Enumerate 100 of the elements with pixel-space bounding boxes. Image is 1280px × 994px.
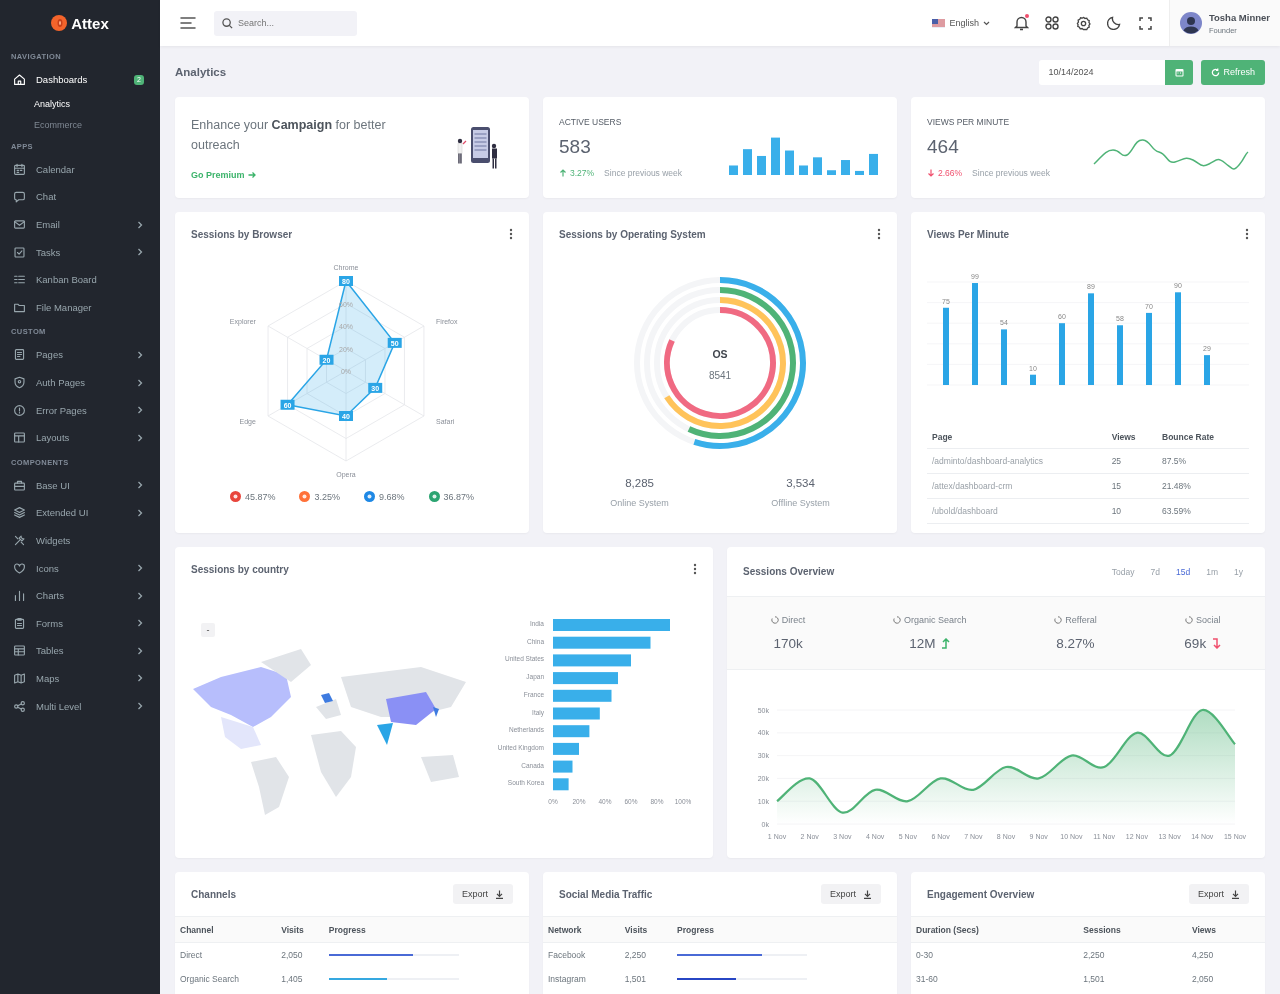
export-button[interactable]: Export [1189, 884, 1249, 904]
chevron-icon [136, 508, 144, 517]
table-cell: 0-30 [911, 942, 1079, 967]
chevron-icon [136, 564, 144, 573]
submenu-item[interactable]: Ecommerce [0, 114, 160, 136]
table-cell: 2,250 [619, 942, 673, 967]
metric-value: 170k [773, 636, 803, 651]
caret-icon [982, 20, 990, 26]
table-cell: /adminto/dashboard-analytics [927, 448, 1107, 474]
bar [553, 778, 569, 791]
bar [553, 725, 590, 738]
stat-value: 464 [927, 136, 960, 158]
chevron-icon [136, 220, 144, 229]
more-icon[interactable] [693, 563, 697, 575]
loader-icon [770, 616, 779, 624]
table-cell: 25 [1106, 448, 1157, 474]
column-header: Sessions [1078, 917, 1187, 943]
bar [553, 760, 573, 773]
column-header: Bounce Rate [1157, 426, 1249, 449]
sidebar-item[interactable]: Tables [0, 637, 160, 665]
chevron-icon [136, 433, 144, 442]
column-header: Network [543, 917, 620, 943]
tools-icon [13, 534, 26, 547]
chat-icon [13, 190, 26, 204]
metric-value: 8.27% [1056, 636, 1095, 651]
sidebar-item[interactable]: Base UI [0, 471, 160, 500]
table-cell-text: 31-60 [915, 973, 939, 986]
table-cell: Facebook [543, 942, 620, 967]
table-cell-text: 1,501 [623, 973, 648, 986]
menu-icon[interactable] [180, 16, 196, 30]
avatar-icon [1179, 12, 1202, 34]
metric-label: Social [1196, 615, 1221, 625]
metric-value: 12M [909, 636, 936, 651]
table-cell: 87.5% [1157, 448, 1249, 474]
search-field[interactable]: Search... [214, 10, 357, 36]
card-title: Channels [191, 888, 236, 900]
card-title: Engagement Overview [927, 888, 1035, 900]
chevron-icon [136, 646, 144, 655]
mail-icon [13, 218, 26, 232]
briefcase-icon [13, 478, 26, 492]
date-field[interactable]: 10/14/2024 [1039, 59, 1166, 85]
table-cell: 2,250 [1078, 942, 1187, 967]
home-icon [13, 73, 26, 87]
zoom-out-button[interactable]: - [201, 623, 215, 637]
table-cell: /ubold/dashboard [927, 498, 1107, 524]
sidebar-item[interactable]: Error Pages [0, 396, 160, 424]
heart-icon [13, 561, 26, 575]
bar [1204, 355, 1210, 385]
settings-icon [1075, 15, 1091, 31]
document-icon [13, 348, 26, 362]
sidebar-item[interactable]: Email [0, 210, 160, 239]
sidebar-item[interactable]: Widgets [0, 526, 160, 555]
sidebar-item[interactable]: Icons [0, 554, 160, 582]
more-icon[interactable] [509, 228, 513, 240]
more-icon[interactable] [1245, 228, 1249, 240]
chevron-icon [136, 702, 144, 711]
page-title: Analytics [175, 66, 228, 78]
sidebar-item[interactable]: Extended UI [0, 499, 160, 527]
export-button[interactable]: Export [821, 884, 881, 904]
sidebar-item[interactable]: Auth Pages [0, 368, 160, 397]
sidebar-item[interactable]: Multi Level [0, 692, 160, 720]
chevron-icon [136, 248, 144, 257]
user-name: Tosha Minner [1208, 11, 1270, 23]
table-cell-text: Organic Search [179, 973, 241, 986]
sidebar-item[interactable]: Tasks [0, 238, 160, 266]
bar [1030, 374, 1036, 385]
metric-label: Organic Search [904, 615, 967, 625]
sidebar-item[interactable]: Kanban Board [0, 265, 160, 294]
sidebar-item[interactable]: Pages [0, 341, 160, 369]
stat-title: ACTIVE USERS [559, 117, 623, 127]
table-cell: 63.59% [1157, 498, 1249, 524]
bell-icon [1013, 15, 1029, 31]
sidebar-item[interactable]: Calendar [0, 155, 160, 184]
range-tab[interactable]: 15d [1170, 562, 1197, 581]
language-selector[interactable]: English [932, 18, 990, 28]
table-cell: 15 [1106, 473, 1157, 499]
sidebar-item[interactable]: File Manager [0, 293, 160, 322]
card-title: Views Per Minute [927, 228, 1010, 240]
alert-icon [13, 403, 26, 417]
center-value: 8541 [708, 369, 732, 381]
sidebar-item[interactable]: Forms [0, 609, 160, 638]
sidebar-item[interactable]: Maps [0, 664, 160, 693]
bar [553, 689, 612, 702]
more-icon[interactable] [877, 228, 881, 240]
export-button[interactable]: Export [453, 884, 513, 904]
legend-value: 36.87% [443, 491, 475, 502]
sidebar-item[interactable]: Layouts [0, 423, 160, 452]
metric-label: Refferal [1065, 615, 1097, 625]
stat-title: VIEWS PER MINUTE [927, 117, 1011, 127]
sidebar-item[interactable]: Charts [0, 581, 160, 610]
column-header: Views [1187, 917, 1265, 943]
column-header: Visits [276, 917, 324, 943]
stat-value: 583 [559, 136, 592, 158]
sidebar-item[interactable]: Chat [0, 183, 160, 211]
chevron-icon [136, 378, 144, 387]
apps-icon [1045, 16, 1060, 30]
submenu-item[interactable]: Analytics [0, 93, 160, 115]
change-value: 2.66% [938, 168, 963, 178]
table-cell-text: 2,050 [1191, 973, 1215, 986]
column-header: Channel [175, 917, 277, 943]
